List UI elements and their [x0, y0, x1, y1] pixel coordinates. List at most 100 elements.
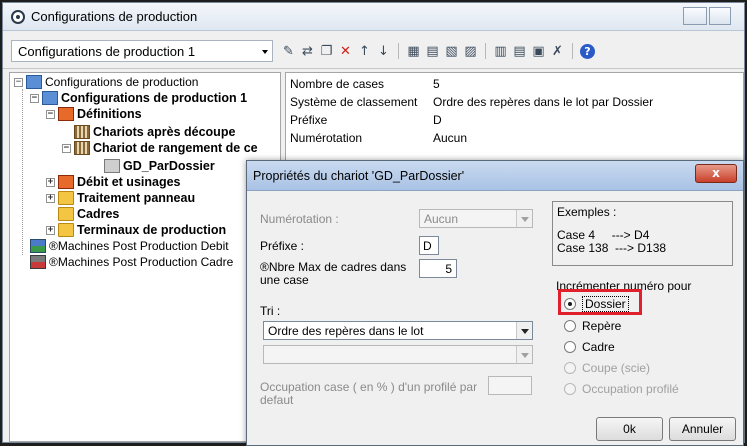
minimize-button[interactable] — [683, 7, 707, 25]
clear-icon[interactable]: ✗ — [550, 44, 565, 59]
configuration-icon — [42, 91, 58, 105]
expand-icon[interactable]: + — [46, 225, 55, 235]
tree-item-configuration-1[interactable]: − Configurations de production 1 — [30, 91, 247, 105]
tree-item-label: Cadres — [77, 207, 120, 221]
edit-icon[interactable]: ▨ — [463, 44, 478, 59]
dialog-body: Numérotation : Aucun Préfixe : D ®Nbre M… — [252, 195, 738, 441]
chevron-down-icon[interactable] — [262, 50, 268, 54]
chevron-down-icon[interactable] — [516, 210, 532, 227]
tree-item-label: Traitement panneau — [77, 191, 196, 205]
collapse-icon[interactable]: − — [62, 143, 71, 153]
configurations-icon — [26, 75, 42, 89]
title-bar: Configurations de production — [3, 3, 744, 31]
radio-circle[interactable] — [564, 362, 576, 374]
chevron-down-icon[interactable] — [516, 322, 532, 339]
property-label: Numérotation — [290, 131, 363, 145]
tree-item-chariots-apres-decoupe[interactable]: Chariots après découpe — [74, 125, 235, 139]
ok-button[interactable]: 0k — [596, 417, 663, 441]
tree-item-chariot-de-rangement[interactable]: − Chariot de rangement de ce — [62, 141, 258, 155]
property-value: Ordre des repères dans le lot par Dossie… — [433, 95, 654, 109]
configuration-tree: − Configurations de production − Configu… — [9, 72, 281, 442]
dialog-title: Propriétés du chariot 'GD_ParDossier' — [253, 169, 465, 183]
machine-icon — [30, 255, 46, 269]
examples-title: Exemples : — [557, 205, 617, 219]
property-label: Nombre de cases — [290, 77, 385, 91]
property-label: Préfixe — [290, 113, 328, 127]
collapse-icon[interactable]: − — [46, 109, 55, 119]
occupation-label-2: defaut — [260, 393, 294, 407]
copy-icon[interactable]: ❐ — [319, 44, 334, 59]
tree-item-gd-pardossier[interactable]: GD_ParDossier — [104, 159, 215, 173]
radio-occupation-profile[interactable]: Occupation profilé — [564, 382, 679, 396]
radio-label: Coupe (scie) — [582, 361, 651, 375]
expand-icon[interactable]: + — [46, 193, 55, 203]
definitions-icon — [58, 107, 74, 121]
config-icon[interactable]: ▤ — [512, 44, 527, 59]
prefixe-input[interactable]: D — [419, 236, 439, 255]
main-window: Configurations de production Configurati… — [2, 2, 745, 446]
tree-item-machines-cadre[interactable]: ®Machines Post Production Cadre — [30, 255, 233, 269]
tree-item-label: Configurations de production 1 — [61, 91, 248, 105]
numerotation-value: Aucun — [424, 212, 459, 226]
properties-icon[interactable]: ▦ — [406, 44, 421, 59]
export-icon[interactable]: ▣ — [531, 44, 546, 59]
tree-item-label: Terminaux de production — [77, 223, 227, 237]
machine-icon — [30, 239, 46, 253]
dialog-title-bar: Propriétés du chariot 'GD_ParDossier' x — [247, 161, 743, 191]
new-icon[interactable]: ✎ — [281, 44, 296, 59]
radio-circle[interactable] — [564, 320, 576, 332]
max-cadres-input[interactable]: 5 — [419, 259, 457, 278]
radio-coupe[interactable]: Coupe (scie) — [564, 361, 650, 375]
toolbar-separator — [572, 43, 573, 59]
delete-icon[interactable]: ✕ — [338, 44, 353, 59]
tree-item-machines-debit[interactable]: ®Machines Post Production Debit — [30, 239, 229, 253]
rename-icon[interactable]: ⇄ — [300, 44, 315, 59]
radio-cadre[interactable]: Cadre — [564, 340, 615, 354]
tree-item-label: ®Machines Post Production Cadre — [49, 255, 234, 269]
chevron-down-icon[interactable] — [516, 346, 532, 363]
window-title: Configurations de production — [31, 9, 198, 24]
maximize-button[interactable] — [709, 7, 731, 25]
app-icon — [11, 10, 25, 24]
config-combo[interactable]: Configurations de production 1 — [11, 40, 273, 62]
machine-icon[interactable]: ▧ — [444, 44, 459, 59]
move-up-icon[interactable]: ↑ — [357, 44, 372, 59]
tree-item-configurations-de-production[interactable]: − Configurations de production — [14, 75, 198, 89]
example-line: Case 138 ---> D138 — [557, 241, 667, 255]
property-value: Aucun — [433, 131, 468, 145]
dialog-close-button[interactable]: x — [695, 164, 737, 183]
property-value: D — [433, 113, 442, 127]
cutting-icon — [58, 175, 74, 189]
occupation-input[interactable] — [488, 376, 532, 395]
settings-icon[interactable]: ▤ — [425, 44, 440, 59]
collapse-icon[interactable]: − — [30, 93, 39, 103]
tree-item-label: Définitions — [77, 107, 142, 121]
help-icon[interactable]: ? — [580, 43, 595, 59]
expand-icon[interactable]: + — [46, 177, 55, 187]
layout-icon[interactable]: ▥ — [493, 44, 508, 59]
cancel-button[interactable]: Annuler — [669, 417, 736, 441]
tree-item-traitement-panneau[interactable]: + Traitement panneau — [46, 191, 195, 205]
move-down-icon[interactable]: ↓ — [376, 44, 391, 59]
radio-circle[interactable] — [564, 341, 576, 353]
cart-icon — [104, 159, 120, 173]
tree-item-terminaux[interactable]: + Terminaux de production — [46, 223, 226, 237]
numerotation-select[interactable]: Aucun — [419, 209, 533, 228]
tri-secondary-select[interactable] — [263, 345, 533, 364]
frames-icon — [58, 207, 74, 221]
toolbar-separator — [398, 43, 399, 59]
tree-item-label: Débit et usinages — [77, 175, 181, 189]
tree-item-definitions[interactable]: − Définitions — [46, 107, 142, 121]
tree-item-label: Chariot de rangement de ce — [93, 141, 258, 155]
tree-item-cadres[interactable]: Cadres — [58, 207, 119, 221]
tri-select[interactable]: Ordre des repères dans le lot — [263, 321, 533, 340]
radio-circle[interactable] — [564, 383, 576, 395]
radio-repere[interactable]: Repère — [564, 319, 621, 333]
highlight-box — [558, 289, 642, 315]
tree-item-debit-et-usinages[interactable]: + Débit et usinages — [46, 175, 181, 189]
prefixe-label: Préfixe : — [260, 239, 305, 253]
panel-icon — [58, 191, 74, 205]
toolbar: Configurations de production 1 ✎ ⇄ ❐ ✕ ↑… — [3, 32, 744, 69]
collapse-icon[interactable]: − — [14, 77, 23, 87]
toolbar-separator — [485, 43, 486, 59]
